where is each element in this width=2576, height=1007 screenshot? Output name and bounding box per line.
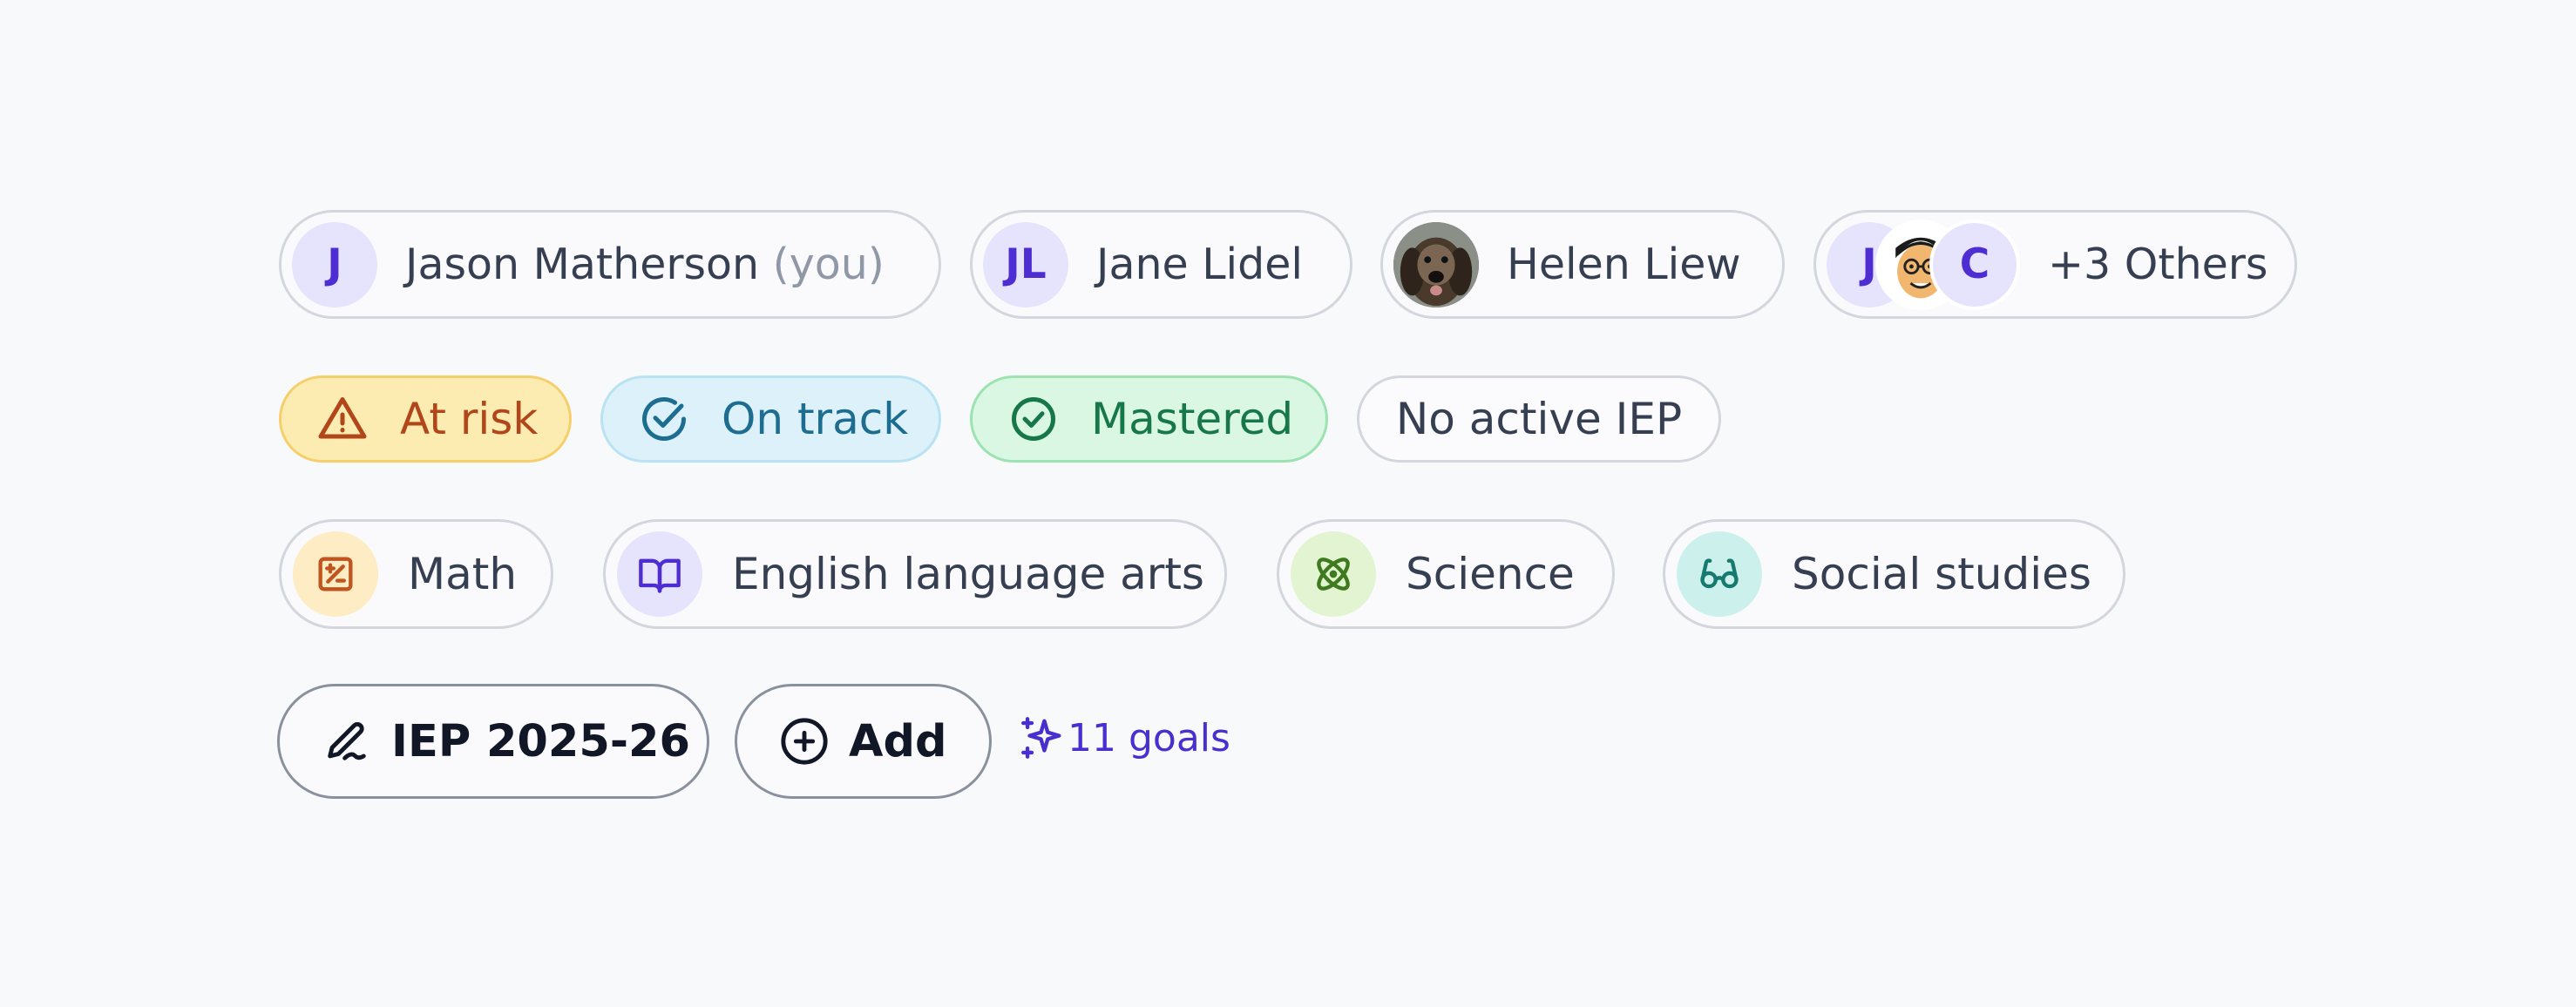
check-circle-icon bbox=[642, 397, 686, 441]
glasses-icon bbox=[1700, 558, 1739, 589]
status-label: Mastered bbox=[1091, 394, 1294, 444]
subject-icon-badge bbox=[1291, 531, 1376, 617]
avatar: C bbox=[1929, 219, 2020, 310]
subject-chip-math[interactable]: Math bbox=[279, 519, 553, 629]
goals-count-link[interactable]: 11 goals bbox=[1017, 713, 1230, 763]
person-name: Jason Matherson bbox=[405, 240, 760, 289]
subject-label: Math bbox=[408, 549, 518, 599]
pen-signature-icon bbox=[328, 721, 366, 760]
iep-plan-label: IEP 2025-26 bbox=[391, 715, 691, 767]
check-circle-icon bbox=[1012, 397, 1055, 441]
person-name: Jane Lidel bbox=[1096, 240, 1304, 289]
avatar: J bbox=[292, 221, 377, 308]
person-chip-jane-lidel[interactable]: JL Jane Lidel bbox=[970, 210, 1352, 319]
status-badge-mastered[interactable]: Mastered bbox=[970, 375, 1328, 463]
subject-icon-badge bbox=[617, 531, 702, 617]
subject-label: English language arts bbox=[732, 549, 1204, 599]
status-badge-on-track[interactable]: On track bbox=[600, 375, 941, 463]
subject-label: Social studies bbox=[1792, 549, 2091, 599]
goals-count-label: 11 goals bbox=[1068, 715, 1230, 760]
dog-photo bbox=[1393, 221, 1479, 308]
status-label: At risk bbox=[400, 394, 539, 444]
subject-icon-badge bbox=[293, 531, 378, 617]
subject-label: Science bbox=[1406, 549, 1575, 599]
plus-circle-icon bbox=[781, 718, 828, 765]
person-name: Helen Liew bbox=[1507, 240, 1741, 289]
others-count-label: +3 Others bbox=[2048, 240, 2268, 289]
subject-chip-english-language-arts[interactable]: English language arts bbox=[603, 519, 1227, 629]
status-label: No active IEP bbox=[1395, 394, 1683, 444]
status-badge-at-risk[interactable]: At risk bbox=[279, 375, 572, 463]
add-button[interactable]: Add bbox=[735, 684, 992, 799]
person-chip-others[interactable]: J C +3 Others bbox=[1813, 210, 2297, 319]
avatar: JL bbox=[983, 221, 1068, 308]
dog-photo-avatar bbox=[1393, 221, 1479, 308]
atom-icon bbox=[1317, 558, 1350, 591]
person-chip-jason-matherson[interactable]: J Jason Matherson (you) bbox=[279, 210, 941, 319]
add-label: Add bbox=[849, 715, 947, 767]
warning-triangle-icon bbox=[318, 397, 367, 439]
person-chip-helen-liew[interactable]: Helen Liew bbox=[1380, 210, 1785, 319]
status-badge-no-active-iep[interactable]: No active IEP bbox=[1357, 375, 1721, 463]
book-open-icon bbox=[639, 558, 681, 593]
calculator-icon bbox=[318, 557, 353, 591]
subject-icon-badge bbox=[1677, 531, 1762, 617]
iep-plan-button[interactable]: IEP 2025-26 bbox=[277, 684, 709, 799]
sparkles-icon bbox=[1021, 717, 1061, 759]
status-label: On track bbox=[722, 394, 909, 444]
subject-chip-social-studies[interactable]: Social studies bbox=[1663, 519, 2125, 629]
you-suffix: (you) bbox=[772, 240, 885, 289]
subject-chip-science[interactable]: Science bbox=[1277, 519, 1615, 629]
